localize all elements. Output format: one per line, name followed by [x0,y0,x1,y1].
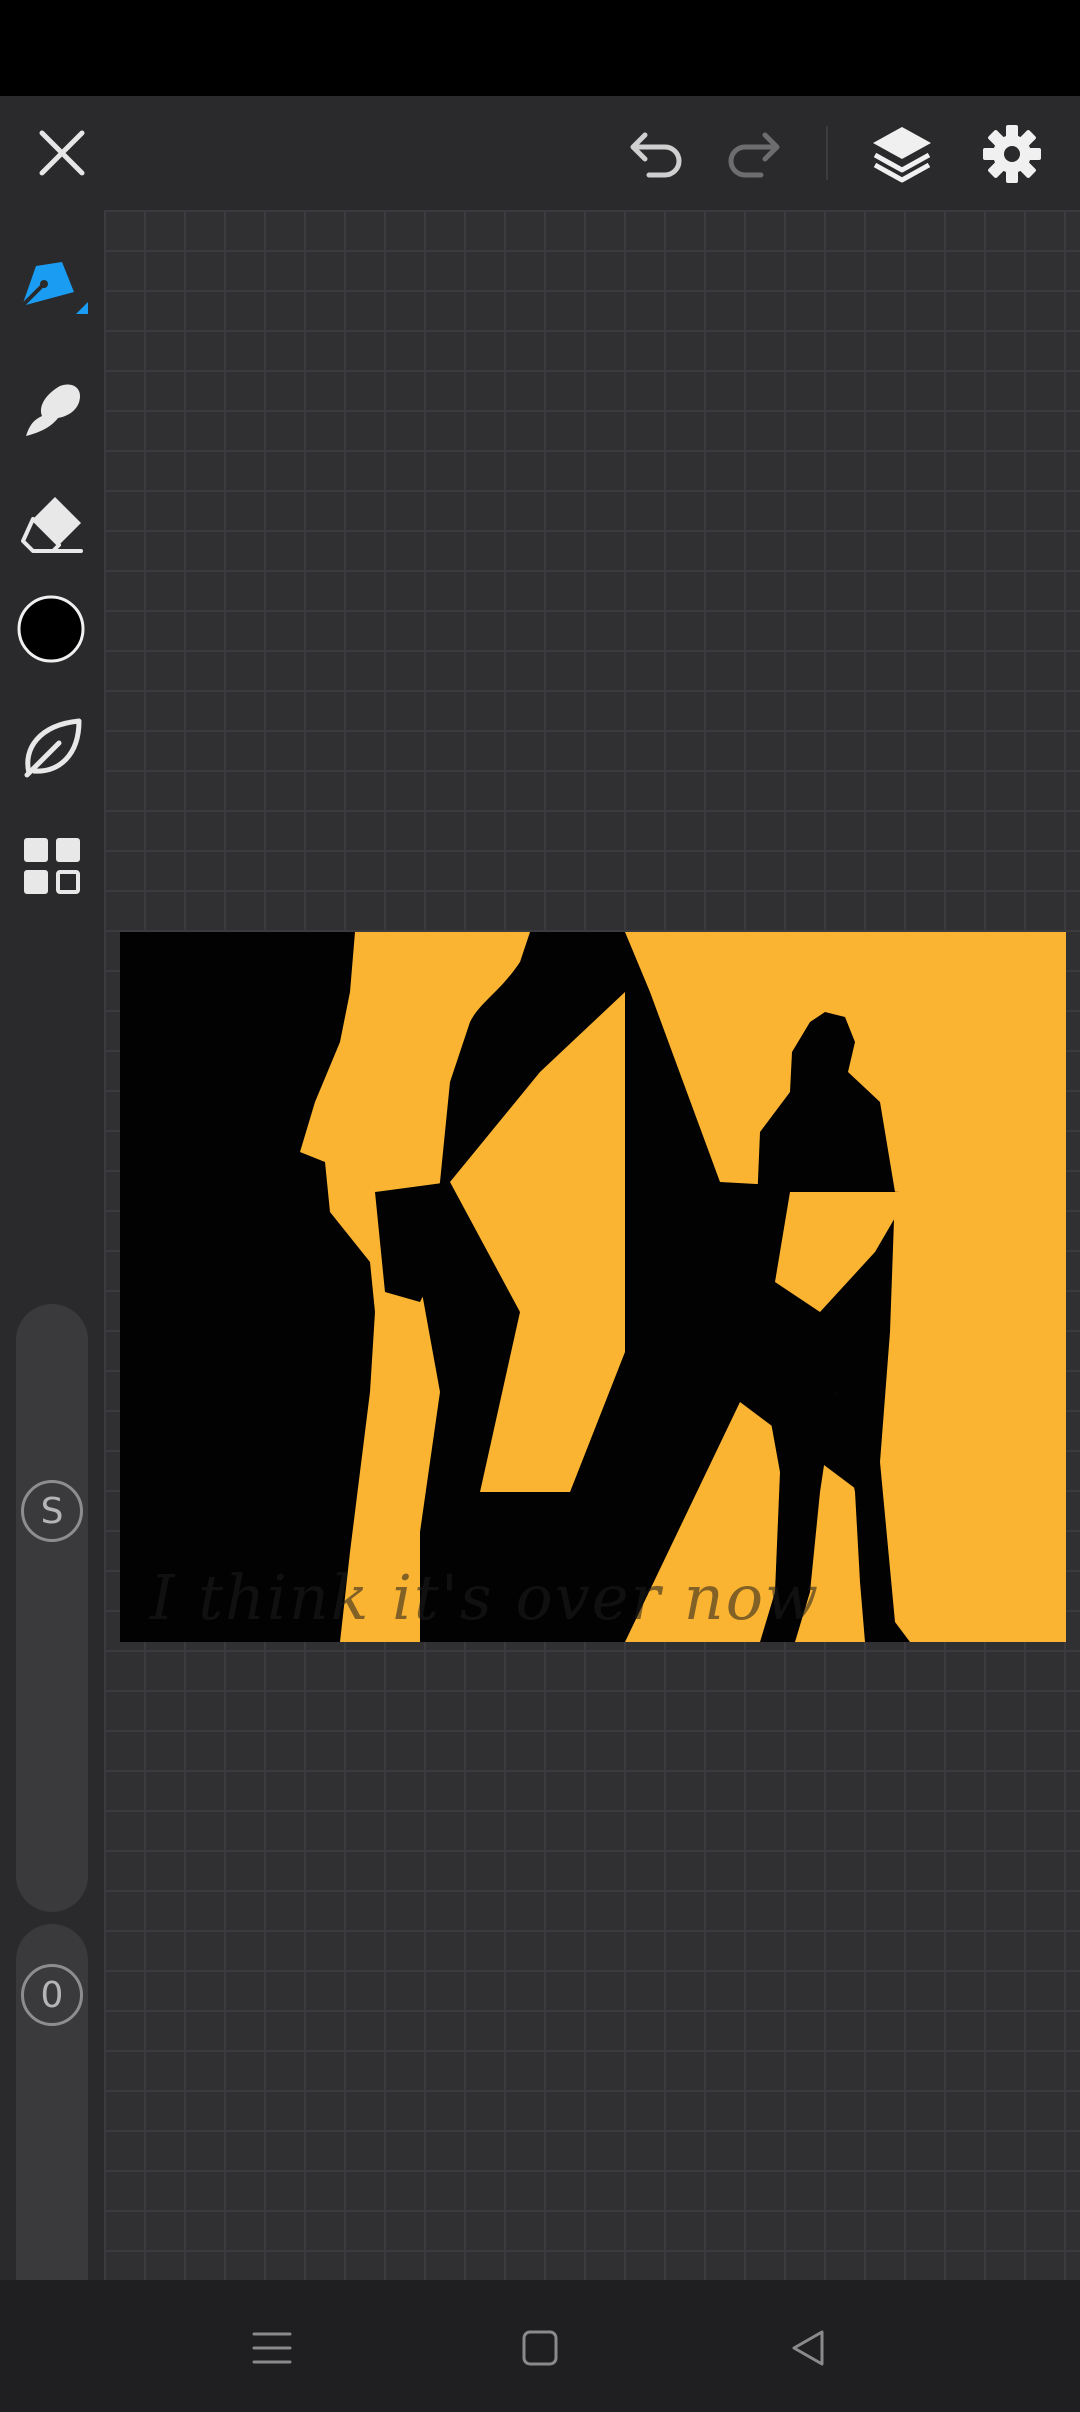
redo-icon[interactable] [718,118,788,188]
pen-icon[interactable] [14,250,90,326]
navigation-bar [0,2280,1080,2412]
tool-sidebar: S 0 [0,210,104,2348]
gear-icon[interactable] [974,116,1050,192]
smudge-icon[interactable] [14,370,90,446]
leaf-brush-icon[interactable] [14,710,90,786]
brush-size-slider[interactable]: S [16,1304,88,1912]
grid-icon[interactable] [16,830,88,902]
brush-size-value: S [21,1480,83,1542]
layers-icon[interactable] [864,116,940,192]
toolbar-divider [826,126,828,180]
artwork[interactable]: I think it's over now [120,932,1066,1642]
home-icon[interactable] [508,2316,572,2380]
back-icon[interactable] [776,2316,840,2380]
menu-icon[interactable] [240,2316,304,2380]
status-bar [0,0,1080,96]
eraser-icon[interactable] [14,486,90,562]
top-toolbar [0,96,1080,210]
color-swatch-icon[interactable] [16,594,86,664]
brush-opacity-value: 0 [21,1964,83,2026]
undo-icon[interactable] [622,118,692,188]
close-icon[interactable] [30,121,94,185]
artwork-caption: I think it's over now [150,1561,821,1634]
